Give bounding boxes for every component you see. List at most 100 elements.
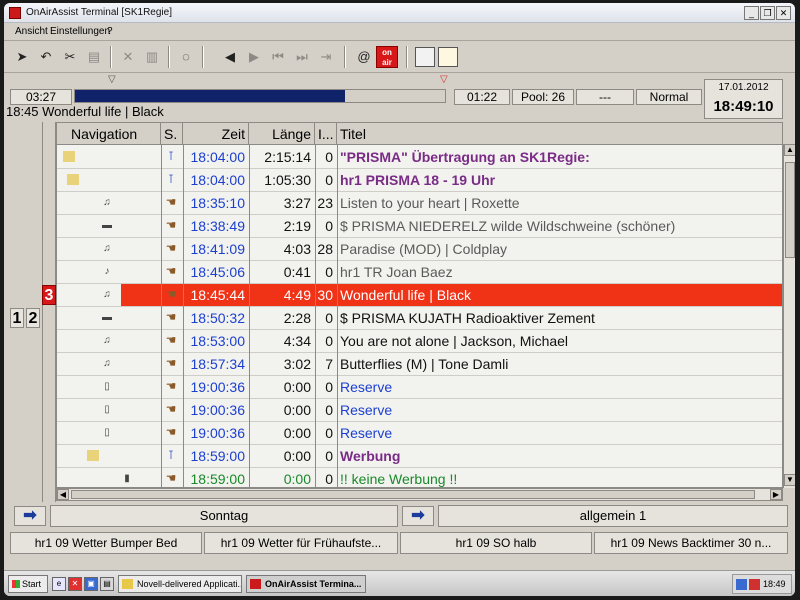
minimize-button[interactable]: _ [744, 6, 759, 20]
system-tray: 18:49 [732, 574, 792, 594]
horizontal-scrollbar[interactable]: ◀ ▶ [56, 488, 783, 501]
layer-tab-1[interactable]: 1 [10, 308, 24, 328]
hand-icon[interactable]: ☚ [165, 472, 177, 484]
cart-button-1[interactable]: hr1 09 Wetter Bumper Bed [10, 532, 202, 554]
close-button[interactable]: ✕ [776, 6, 791, 20]
hand-icon[interactable]: ☚ [165, 288, 177, 300]
table-row[interactable]: ♫ ☚ 18:41:09 4:03 28 Paradise (MOD) | Coldpla… [57, 238, 782, 261]
vertical-scroll-thumb[interactable] [785, 162, 795, 258]
tray-app-icon[interactable] [749, 579, 760, 590]
start-button[interactable]: Start [8, 575, 48, 593]
category-arrow-button[interactable]: ➡ [402, 506, 434, 526]
tools-icon[interactable]: ✂ [60, 46, 80, 68]
day-arrow-button[interactable]: ➡ [14, 506, 46, 526]
table-row[interactable]: ♫ ☚ 18:45:44 4:49 30 Wonderful life | Black [57, 284, 782, 307]
table-row[interactable]: ♫ ☚ 18:53:00 4:34 0 You are not alone | Jacks… [57, 330, 782, 353]
column-status[interactable]: S. [161, 123, 183, 145]
ie-icon[interactable]: e [52, 577, 66, 591]
progress-bar[interactable] [74, 89, 446, 103]
table-row[interactable]: ♫ ☚ 18:35:10 3:27 23 Listen to your heart | R… [57, 192, 782, 215]
table-row[interactable]: ▬ ☚ 18:38:49 2:19 0 $ PRISMA NIEDERELZ wilde … [57, 215, 782, 238]
speaker-icon[interactable]: ◀ [220, 46, 240, 68]
column-navigation[interactable]: Navigation [57, 123, 161, 145]
cart-button-2[interactable]: hr1 09 Wetter für Frühaufste... [204, 532, 398, 554]
table-row[interactable]: ♫ ☚ 18:57:34 3:02 7 Butterflies (M) | Tone Da… [57, 353, 782, 376]
cell-titel: !! keine Werbung !! [340, 471, 458, 487]
column-zeit[interactable]: Zeit [183, 123, 249, 145]
hand-icon[interactable]: ☚ [165, 265, 177, 277]
hand-icon[interactable]: ☚ [165, 403, 177, 415]
day-field[interactable]: Sonntag [50, 505, 398, 527]
table-row[interactable]: ♪ ☚ 18:45:06 0:41 0 hr1 TR Joan Baez [57, 261, 782, 284]
clipboard-icon[interactable]: ▤ [84, 46, 104, 68]
scroll-right-icon[interactable]: ▶ [770, 489, 782, 500]
documents-icon[interactable] [438, 47, 458, 67]
cart-button-3[interactable]: hr1 09 SO halb [400, 532, 592, 554]
undo-icon[interactable]: ↶ [36, 46, 56, 68]
horizontal-scroll-thumb[interactable] [71, 490, 755, 499]
hand-icon[interactable]: ☚ [165, 311, 177, 323]
layer-tab-3[interactable]: 3 [42, 285, 56, 305]
cell-info: 0 [325, 333, 333, 349]
refresh-icon[interactable]: ◌ [176, 46, 196, 68]
hand-icon[interactable]: ☚ [165, 380, 177, 392]
column-titel[interactable]: Titel [337, 123, 782, 145]
table-row[interactable]: ⊺ 18:04:00 2:15:14 0 "PRISMA" Übertragung an… [57, 146, 782, 169]
maximize-button[interactable]: ❐ [760, 6, 775, 20]
cell-zeit: 18:35:10 [190, 195, 246, 211]
hand-icon[interactable]: ☚ [165, 357, 177, 369]
window-titlebar[interactable]: OnAirAssist Terminal [SK1Regie] _ ❐ ✕ [4, 3, 795, 23]
pin-icon[interactable]: ⊺ [165, 150, 177, 162]
cell-titel: $ PRISMA KUJATH Radioaktiver Zement [340, 310, 595, 326]
menu-help[interactable]: ? [107, 26, 113, 37]
cell-info: 0 [325, 218, 333, 234]
cell-titel: Werbung [340, 448, 401, 464]
table-row[interactable]: ⊺ 18:59:00 0:00 0 Werbung [57, 445, 782, 468]
task-novell[interactable]: Novell-delivered Applicati... [118, 575, 242, 593]
app-quicklaunch-icon[interactable]: ✕ [68, 577, 82, 591]
play-icon[interactable]: ▶ [244, 46, 264, 68]
task-onairassist[interactable]: OnAirAssist Termina... [246, 575, 366, 593]
window-icon[interactable] [415, 47, 435, 67]
paste-icon[interactable]: ▥ [142, 46, 162, 68]
end-marker-icon[interactable]: ▽ [440, 74, 448, 85]
cursor-icon[interactable]: ➤ [12, 46, 32, 68]
pin-icon[interactable]: ⊺ [165, 173, 177, 185]
start-marker-icon[interactable]: ▽ [108, 74, 116, 85]
table-row[interactable]: ▮ ☚ 18:59:00 0:00 0 !! keine Werbung !! [57, 468, 782, 487]
hand-icon[interactable]: ☚ [165, 196, 177, 208]
explorer-icon[interactable]: ▤ [100, 577, 114, 591]
cut-icon[interactable]: ✕ [118, 46, 138, 68]
cell-zeit: 18:59:00 [190, 448, 246, 464]
scroll-up-icon[interactable]: ▲ [784, 144, 795, 156]
network-icon[interactable] [736, 579, 747, 590]
cell-info: 0 [325, 448, 333, 464]
scroll-left-icon[interactable]: ◀ [57, 489, 69, 500]
at-icon[interactable]: @ [354, 46, 374, 68]
category-field[interactable]: allgemein 1 [438, 505, 788, 527]
hand-icon[interactable]: ☚ [165, 219, 177, 231]
menu-ansicht[interactable]: Ansicht [15, 26, 48, 37]
desktop-icon[interactable]: ▣ [84, 577, 98, 591]
column-laenge[interactable]: Länge [249, 123, 315, 145]
pin-icon[interactable]: ⊺ [165, 449, 177, 461]
vertical-scrollbar[interactable]: ▲ ▼ [783, 144, 795, 488]
hand-icon[interactable]: ☚ [165, 426, 177, 438]
table-row[interactable]: ⊺ 18:04:00 1:05:30 0 hr1 PRISMA 18 - 19 Uhr [57, 169, 782, 192]
hand-icon[interactable]: ☚ [165, 242, 177, 254]
mode-indicator[interactable]: Normal [636, 89, 702, 105]
cart-button-4[interactable]: hr1 09 News Backtimer 30 n... [594, 532, 788, 554]
table-row[interactable]: ▬ ☚ 18:50:32 2:28 0 $ PRISMA KUJATH Radioakti… [57, 307, 782, 330]
forward-icon[interactable]: ⇥ [316, 46, 336, 68]
on-air-button[interactable]: on air [376, 46, 398, 68]
table-row[interactable]: ▯ ☚ 19:00:36 0:00 0 Reserve [57, 399, 782, 422]
hand-icon[interactable]: ☚ [165, 334, 177, 346]
scroll-down-icon[interactable]: ▼ [784, 474, 795, 486]
skip-forward-icon[interactable]: ⏭ [292, 46, 312, 68]
layer-tab-2[interactable]: 2 [26, 308, 40, 328]
table-row[interactable]: ▯ ☚ 19:00:36 0:00 0 Reserve [57, 376, 782, 399]
table-row[interactable]: ▯ ☚ 19:00:36 0:00 0 Reserve [57, 422, 782, 445]
menu-einstellungen[interactable]: Einstellungen [50, 26, 110, 37]
skip-back-icon[interactable]: ⏮ [268, 46, 288, 68]
column-info[interactable]: I... [315, 123, 337, 145]
